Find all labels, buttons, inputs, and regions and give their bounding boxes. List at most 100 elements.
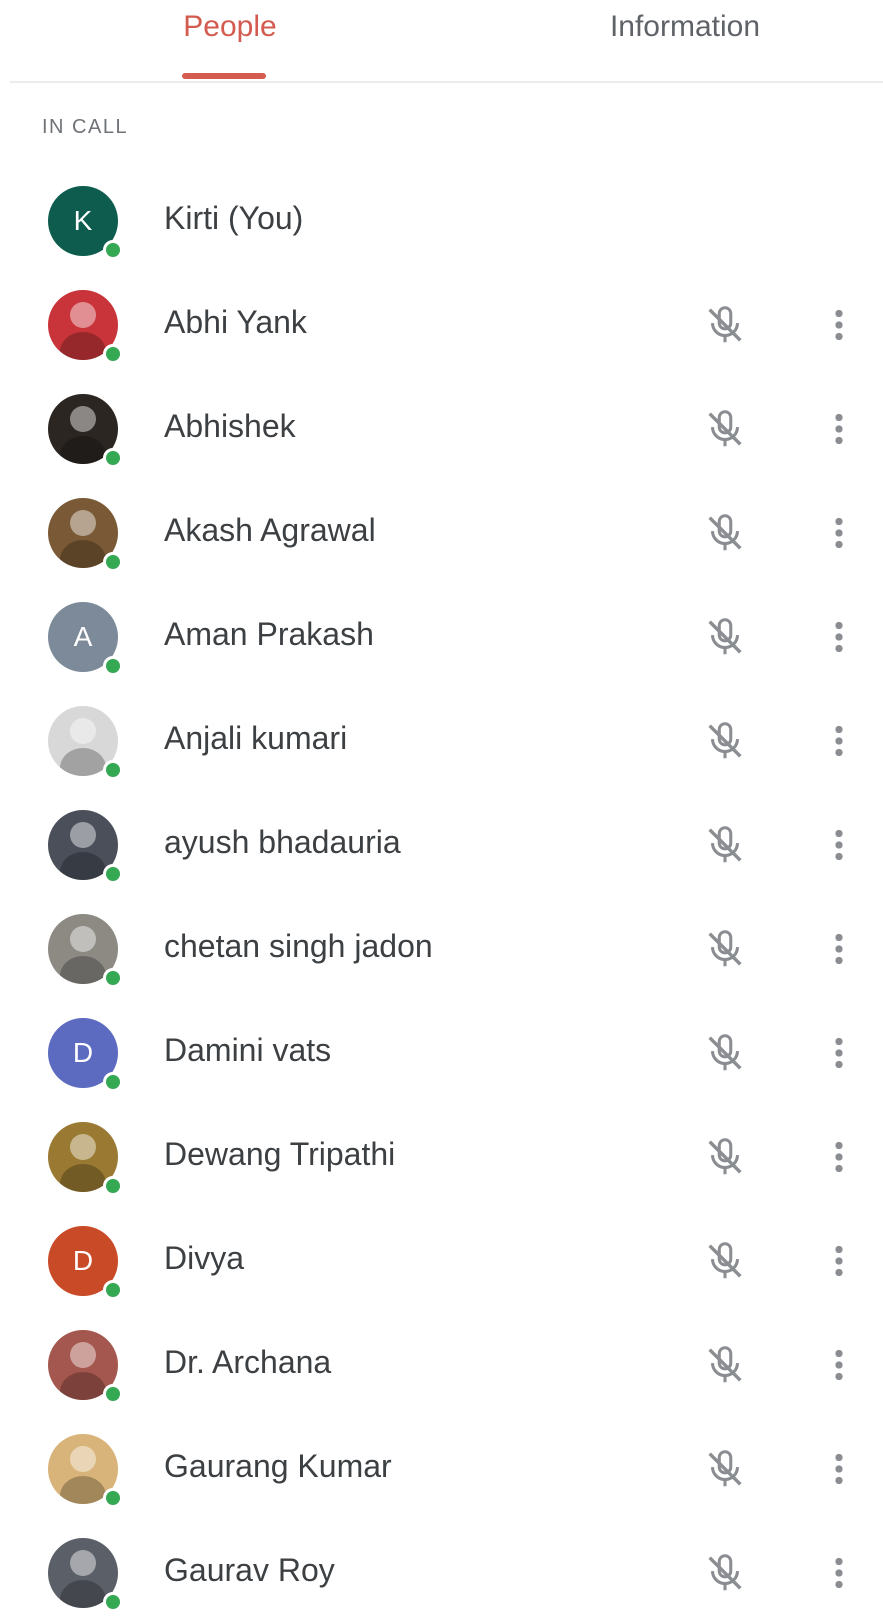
participant-name: Damini vats [164, 1032, 332, 1068]
avatar: A [48, 602, 123, 676]
more-options-icon[interactable] [822, 1134, 856, 1180]
participant-row[interactable]: Anjali kumari [0, 688, 883, 792]
mic-off-icon[interactable] [702, 718, 748, 764]
kebab-glyph [835, 621, 843, 653]
participant-name: Kirti (You) [164, 200, 304, 236]
online-status-dot [103, 1072, 123, 1092]
participant-name: Gaurav Roy [164, 1552, 335, 1588]
more-options-icon[interactable] [822, 822, 856, 868]
tab-people-label: People [183, 10, 277, 43]
avatar-initial-letter: A [73, 621, 93, 652]
more-options-icon[interactable] [822, 926, 856, 972]
online-status-dot [103, 552, 123, 572]
participant-row[interactable]: Dewang Tripathi [0, 1104, 883, 1208]
participant-row[interactable]: D Damini vats [0, 1000, 883, 1104]
avatar [48, 1122, 123, 1196]
participant-name: ayush bhadauria [164, 824, 401, 860]
mic-off-glyph [708, 1450, 742, 1487]
participant-name: Anjali kumari [164, 720, 348, 756]
participant-name: Aman Prakash [164, 616, 374, 652]
more-options-icon[interactable] [822, 614, 856, 660]
avatar-photo-head [70, 302, 96, 328]
more-options-icon[interactable] [822, 302, 856, 348]
avatar-photo-body [60, 748, 106, 776]
online-status-dot [103, 864, 123, 884]
mic-off-icon[interactable] [702, 406, 748, 452]
mic-off-icon[interactable] [702, 614, 748, 660]
mic-off-icon[interactable] [702, 1030, 748, 1076]
more-options-icon[interactable] [822, 1030, 856, 1076]
more-options-icon[interactable] [822, 1238, 856, 1284]
kebab-glyph [835, 1453, 843, 1485]
mic-off-icon[interactable] [702, 822, 748, 868]
mic-off-glyph [708, 618, 742, 655]
mic-off-icon[interactable] [702, 926, 748, 972]
participant-row[interactable]: Abhishek [0, 376, 883, 480]
online-status-dot [103, 656, 123, 676]
participant-row[interactable]: Akash Agrawal [0, 480, 883, 584]
more-options-icon[interactable] [822, 510, 856, 556]
avatar [48, 394, 123, 468]
more-options-icon[interactable] [822, 718, 856, 764]
tab-people[interactable]: People [160, 10, 300, 82]
avatar [48, 810, 123, 884]
mic-off-icon[interactable] [702, 302, 748, 348]
participant-name: Dewang Tripathi [164, 1136, 396, 1172]
participant-row[interactable]: A Aman Prakash [0, 584, 883, 688]
participant-row[interactable]: ayush bhadauria [0, 792, 883, 896]
more-options-icon[interactable] [822, 1342, 856, 1388]
tabs-divider [10, 81, 883, 83]
avatar-photo-head [70, 822, 96, 848]
avatar-photo-head [70, 718, 96, 744]
more-options-icon[interactable] [822, 406, 856, 452]
kebab-glyph [835, 1349, 843, 1381]
online-status-dot [103, 760, 123, 780]
avatar-initial-letter: D [72, 1037, 94, 1068]
mic-off-icon[interactable] [702, 1238, 748, 1284]
online-status-dot [103, 1488, 123, 1508]
online-status-dot [103, 1384, 123, 1404]
avatar [48, 1434, 123, 1508]
avatar [48, 1538, 123, 1612]
active-tab-indicator [182, 73, 266, 79]
participant-row[interactable]: K Kirti (You) [0, 168, 883, 272]
avatar-photo-body [60, 436, 106, 464]
avatar: D [48, 1226, 123, 1300]
participant-row[interactable]: Dr. Archana [0, 1312, 883, 1416]
mic-off-icon[interactable] [702, 1134, 748, 1180]
participant-name: Akash Agrawal [164, 512, 376, 548]
kebab-glyph [835, 933, 843, 965]
more-options-icon[interactable] [822, 1550, 856, 1596]
kebab-glyph [835, 1037, 843, 1069]
mic-off-icon[interactable] [702, 1550, 748, 1596]
mic-off-icon[interactable] [702, 510, 748, 556]
online-status-dot [103, 344, 123, 364]
avatar [48, 290, 123, 364]
mic-off-glyph [708, 1346, 742, 1383]
mic-off-icon[interactable] [702, 1446, 748, 1492]
mic-off-glyph [708, 930, 742, 967]
participant-row[interactable]: D Divya [0, 1208, 883, 1312]
participant-name: Abhishek [164, 408, 296, 444]
mic-off-glyph [708, 306, 742, 343]
participant-row[interactable]: Abhi Yank [0, 272, 883, 376]
kebab-glyph [835, 1141, 843, 1173]
participant-row[interactable]: Gaurav Roy [0, 1520, 883, 1624]
more-options-icon[interactable] [822, 1446, 856, 1492]
mic-off-glyph [708, 514, 742, 551]
online-status-dot [103, 448, 123, 468]
kebab-glyph [835, 413, 843, 445]
participant-row[interactable]: Gaurang Kumar [0, 1416, 883, 1520]
mic-off-icon[interactable] [702, 1342, 748, 1388]
mic-off-glyph [708, 1242, 742, 1279]
avatar-photo-body [60, 1372, 106, 1400]
avatar [48, 1330, 123, 1404]
participant-row[interactable]: chetan singh jadon [0, 896, 883, 1000]
participant-name: chetan singh jadon [164, 928, 433, 964]
participant-name: Divya [164, 1240, 245, 1276]
participant-name: Dr. Archana [164, 1344, 332, 1380]
online-status-dot [103, 1592, 123, 1612]
tab-information[interactable]: Information [570, 10, 800, 82]
participant-name: Gaurang Kumar [164, 1448, 392, 1484]
mic-off-glyph [708, 410, 742, 447]
